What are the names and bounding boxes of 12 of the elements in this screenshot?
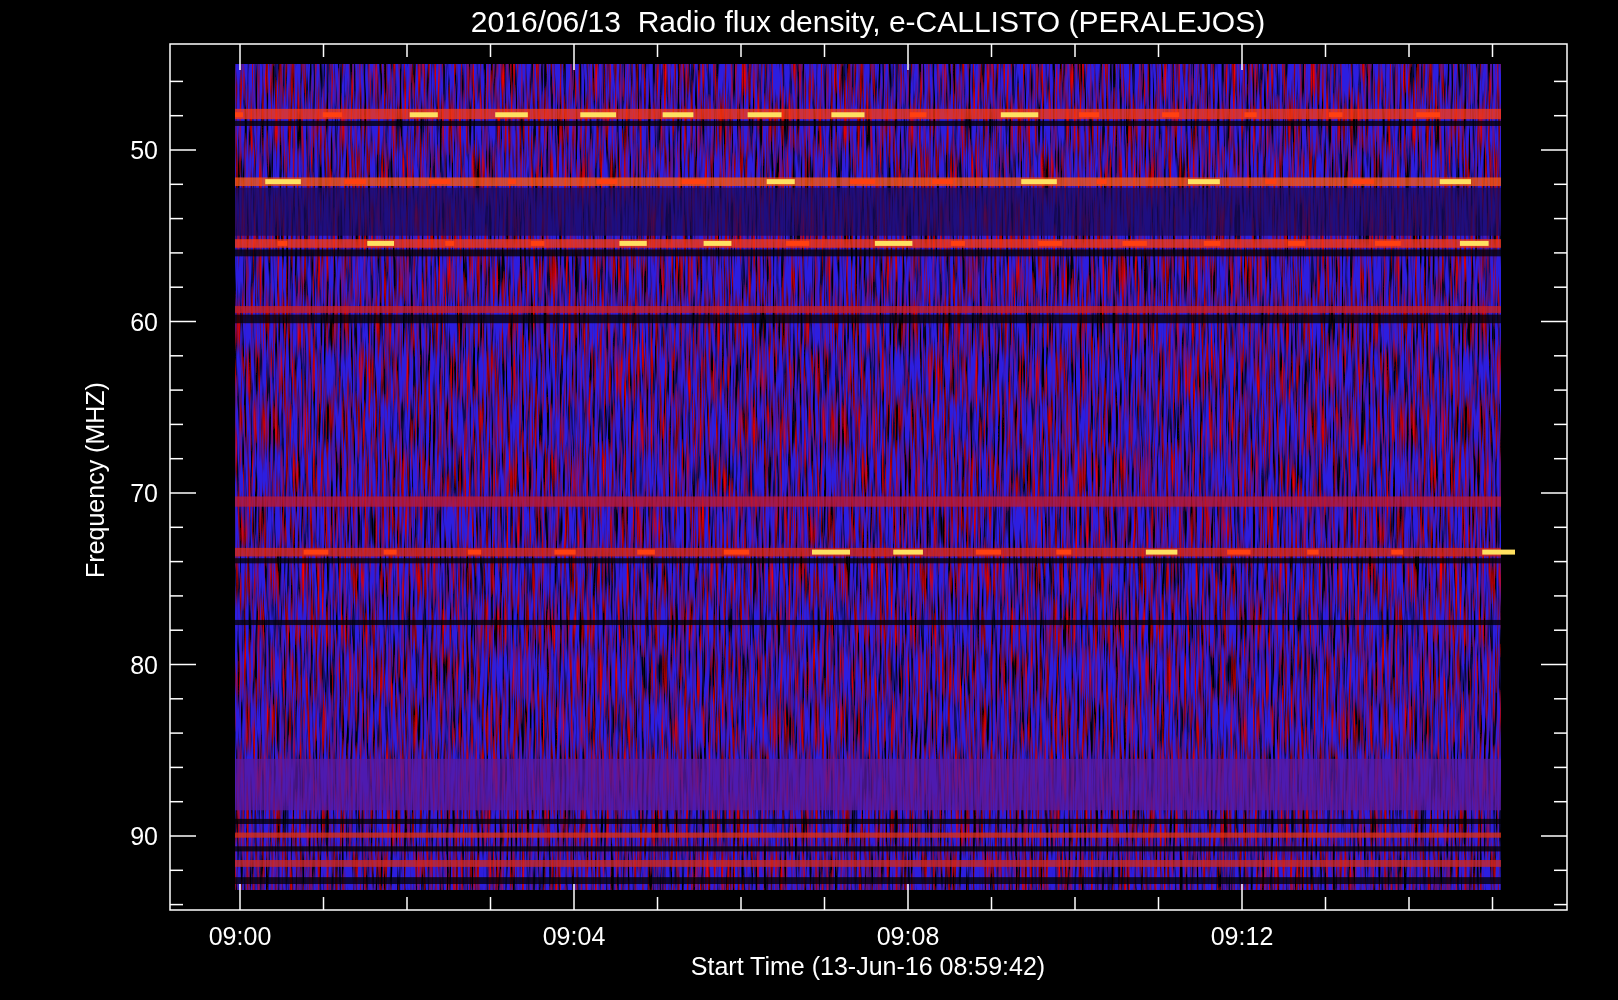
y-tick-label: 50 xyxy=(130,136,158,164)
x-tick-label: 09:04 xyxy=(542,922,606,950)
x-tick-label: 09:00 xyxy=(208,922,272,950)
x-axis-label: Start Time (13-Jun-16 08:59:42) xyxy=(690,952,1046,980)
y-tick-label: 80 xyxy=(130,650,158,679)
y-tick-label: 70 xyxy=(130,479,158,507)
y-axis-label: Frequency (MHZ) xyxy=(81,382,109,578)
chart-title: 2016/06/13 Radio flux density, e-CALLISTO (PERALEJOS) xyxy=(470,5,1266,38)
y-tick-label: 90 xyxy=(130,822,158,850)
y-tick-label: 60 xyxy=(130,307,158,336)
x-tick-label: 09:12 xyxy=(1210,922,1274,950)
x-tick-label: 09:08 xyxy=(876,922,940,950)
